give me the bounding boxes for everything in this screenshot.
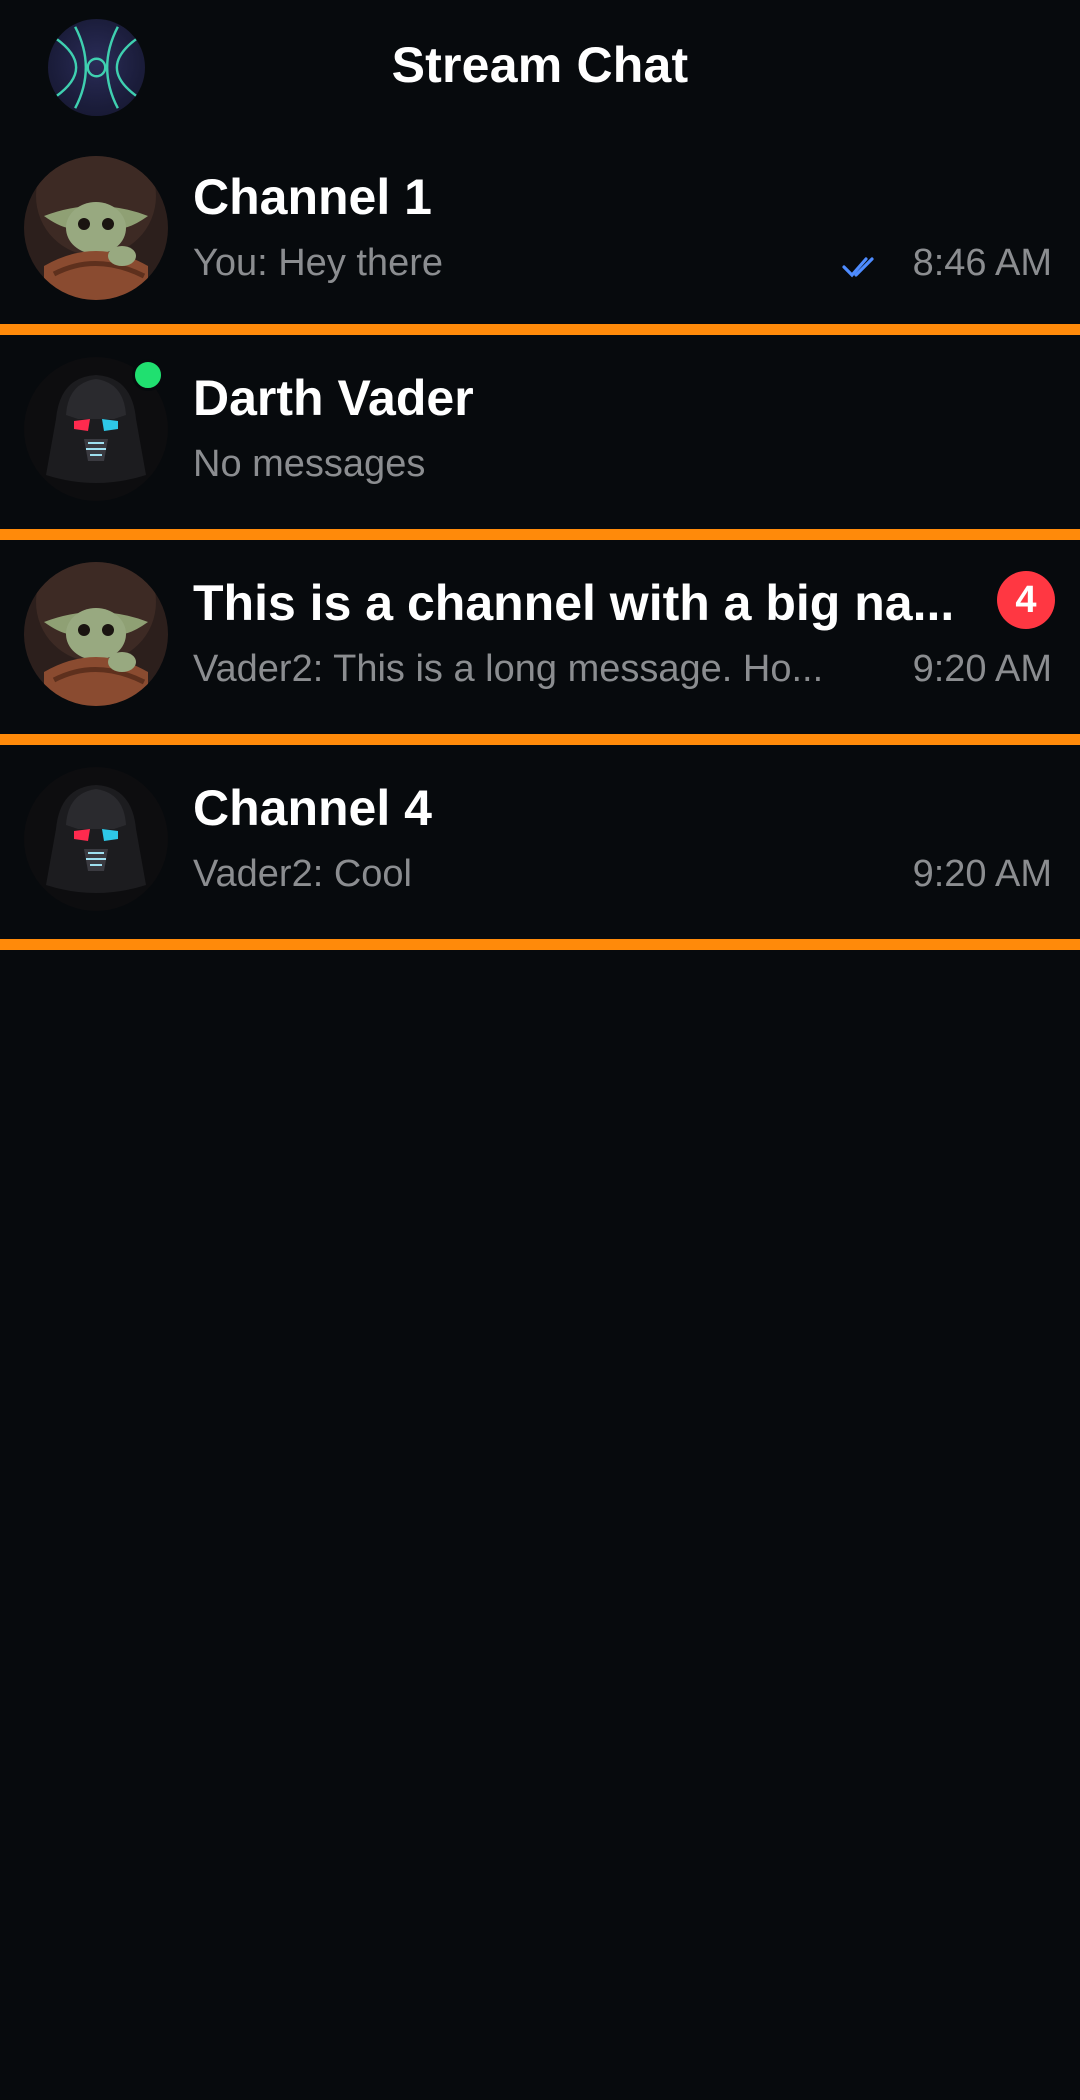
last-message-preview: No messages [193, 443, 426, 485]
double-check-icon [842, 257, 874, 278]
channel-row-channel-4[interactable]: Channel 4 Vader2: Cool 9:20 AM [0, 745, 1080, 950]
last-message-preview: You: Hey there [193, 242, 443, 284]
last-message-time: 9:20 AM [912, 648, 1052, 690]
channel-title: Channel 4 [193, 780, 432, 836]
yoda-avatar [24, 156, 168, 300]
last-message-time: 8:46 AM [912, 242, 1052, 284]
channel-row-channel-1[interactable]: Channel 1 You: Hey there 8:46 AM [0, 134, 1080, 335]
last-message-time: 9:20 AM [912, 853, 1052, 895]
channel-title: Darth Vader [193, 370, 474, 426]
last-message-preview: Vader2: This is a long message. Ho... [193, 648, 824, 690]
channel-title: Channel 1 [193, 169, 432, 225]
header: Stream Chat [0, 0, 1080, 134]
channel-list: Channel 1 You: Hey there 8:46 AM Darth V… [0, 134, 1080, 950]
page-title: Stream Chat [391, 37, 689, 93]
last-message-preview: Vader2: Cool [193, 853, 412, 895]
unread-count-badge: 4 [997, 571, 1055, 629]
channel-row-big-name[interactable]: This is a channel with a big na... 4 Vad… [0, 540, 1080, 745]
channel-title: This is a channel with a big na... [193, 575, 955, 631]
yoda-avatar [24, 562, 168, 706]
vader-avatar [24, 767, 168, 911]
online-indicator [132, 359, 164, 391]
channel-row-darth-vader[interactable]: Darth Vader No messages [0, 335, 1080, 540]
